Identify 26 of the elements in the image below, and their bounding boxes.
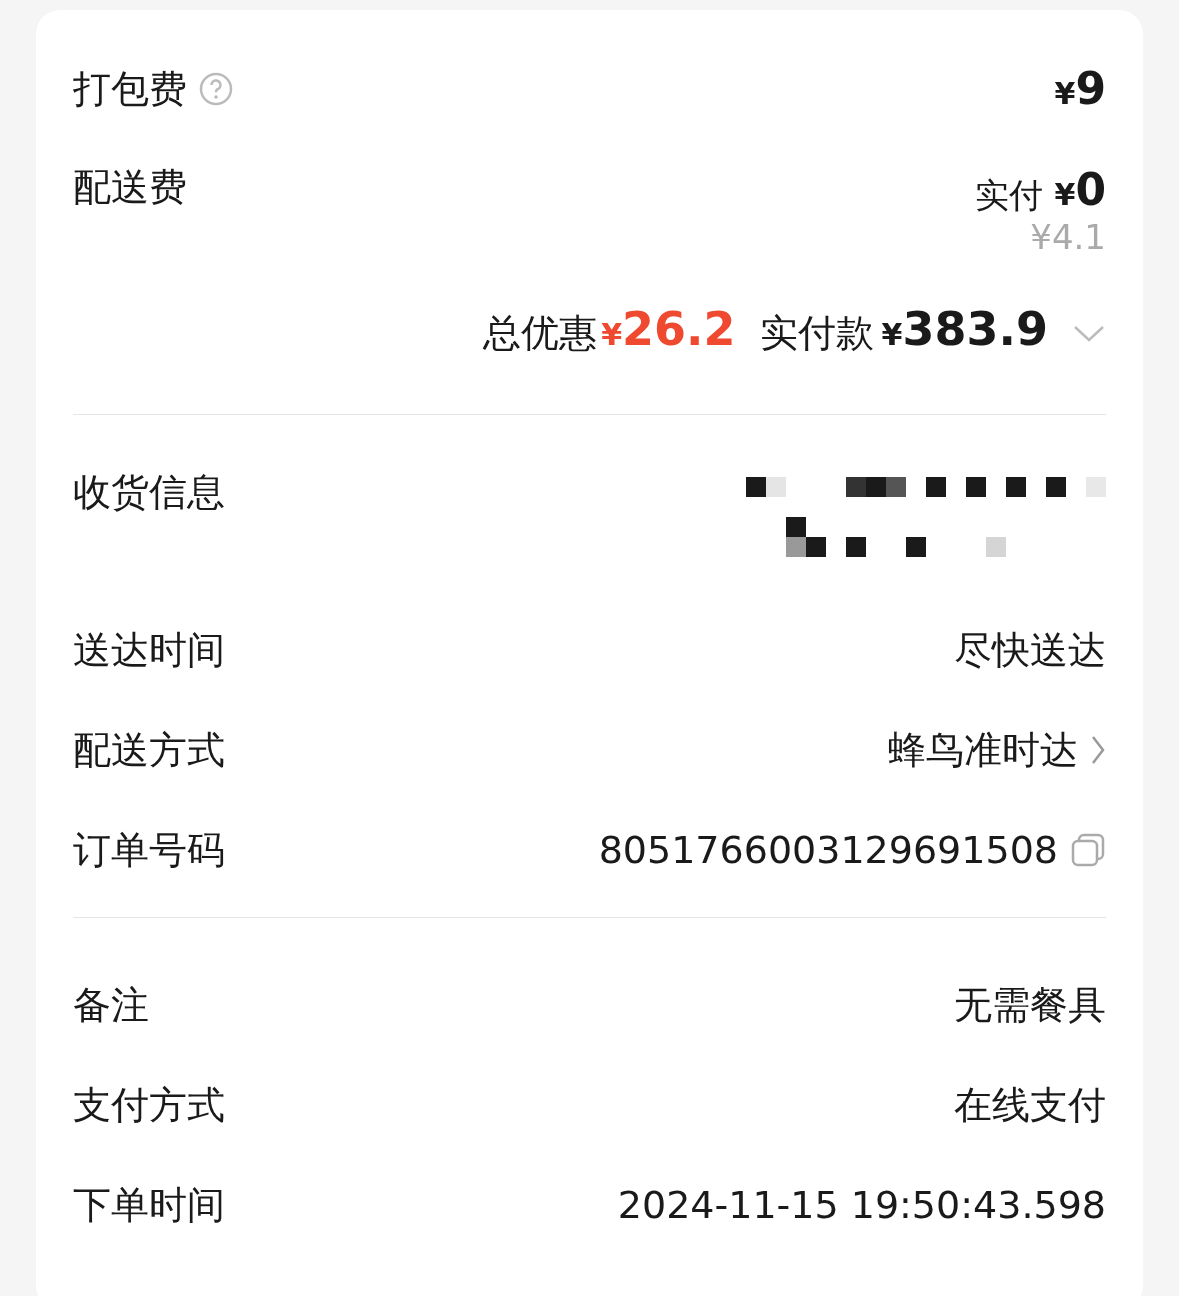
- original-delivery-fee: ¥4.1: [1030, 220, 1106, 254]
- delivery-fee-amount: ¥0: [1054, 168, 1106, 212]
- row-value: 在线支付: [954, 1086, 1106, 1124]
- copy-icon[interactable]: [1070, 832, 1106, 868]
- delivery-method-link[interactable]: 蜂鸟准时达: [888, 731, 1106, 769]
- chevron-down-icon[interactable]: [1072, 324, 1106, 344]
- row-value: 无需餐具: [954, 986, 1106, 1024]
- row-label: 收货信息: [73, 473, 225, 511]
- discount-amount: ¥26.2: [601, 306, 736, 352]
- row-label: 下单时间: [73, 1186, 225, 1224]
- row-label: 支付方式: [73, 1086, 225, 1124]
- help-icon[interactable]: [199, 72, 233, 106]
- paid-label: 实付: [974, 178, 1043, 212]
- row-value: 尽快送达: [954, 631, 1106, 669]
- discount-label: 总优惠: [483, 314, 598, 352]
- row-label: 订单号码: [73, 831, 225, 869]
- total-paid-label: 实付款: [759, 314, 874, 352]
- total-paid-amount: ¥383.9: [881, 306, 1048, 352]
- row-label: 打包费: [73, 70, 187, 108]
- row-label: 配送方式: [73, 731, 225, 769]
- row-label: 配送费: [73, 168, 187, 206]
- row-label: 备注: [73, 986, 149, 1024]
- packing-fee-amount: ¥9: [1054, 67, 1106, 111]
- order-number: 8051766003129691508: [598, 831, 1058, 869]
- row-value: 2024-11-15 19:50:43.598: [617, 1186, 1106, 1224]
- row-label: 送达时间: [73, 631, 225, 669]
